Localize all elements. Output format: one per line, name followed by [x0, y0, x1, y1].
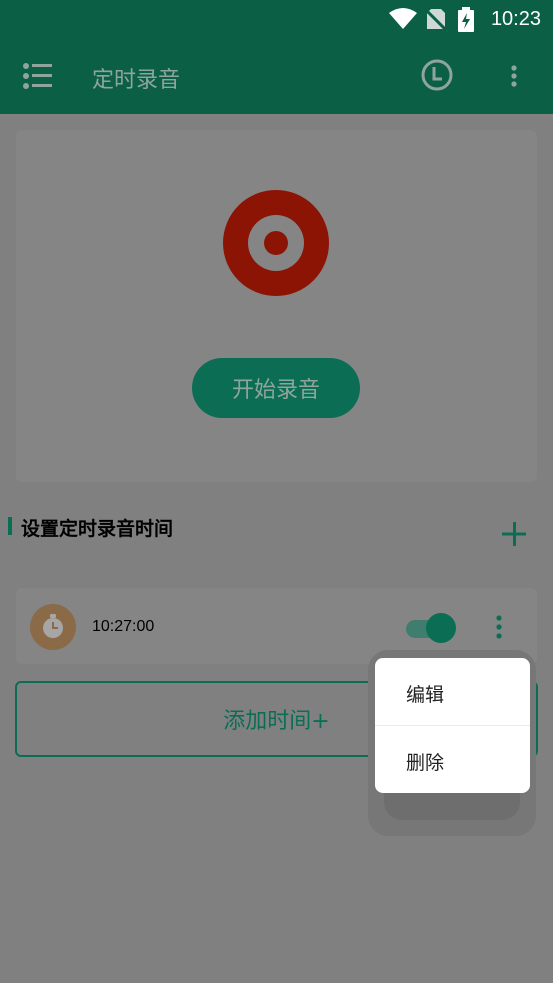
record-card: 开始录音 — [16, 130, 537, 482]
more-vertical-icon[interactable] — [492, 612, 506, 642]
status-bar: 10:23 — [0, 0, 553, 38]
list-menu-icon[interactable] — [22, 62, 54, 90]
record-icon[interactable] — [223, 190, 329, 296]
no-sim-icon — [425, 8, 447, 31]
page-title: 定时录音 — [92, 68, 181, 93]
stopwatch-icon — [43, 614, 63, 638]
timer-time: 10:27:00 — [92, 618, 155, 635]
start-recording-button[interactable]: 开始录音 — [192, 358, 360, 418]
battery-charging-icon — [458, 7, 474, 32]
timer-avatar — [30, 604, 76, 650]
clock-icon[interactable] — [420, 58, 454, 92]
section-accent-bar — [8, 517, 12, 535]
status-time: 10:23 — [490, 8, 541, 30]
plus-icon[interactable] — [500, 520, 528, 548]
app-toolbar: 定时录音 — [0, 38, 553, 114]
menu-item-label: 编辑 — [406, 684, 445, 706]
menu-item-edit[interactable]: 编辑 — [375, 658, 530, 725]
section-title: 设置定时录音时间 — [21, 518, 174, 540]
timer-toggle[interactable] — [406, 612, 458, 644]
menu-item-delete[interactable]: 删除 — [375, 726, 530, 793]
menu-item-label: 删除 — [406, 752, 445, 774]
popup-menu: 编辑 删除 — [375, 658, 530, 793]
toggle-thumb — [426, 613, 456, 643]
more-vertical-icon[interactable] — [502, 62, 526, 92]
wifi-icon — [389, 8, 417, 29]
